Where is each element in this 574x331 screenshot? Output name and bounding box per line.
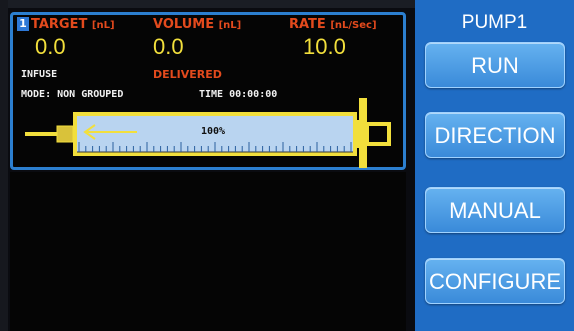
run-button[interactable]: RUN (425, 42, 565, 88)
syringe-fill-label: 100% (201, 126, 226, 137)
target-value: 0.0 (35, 34, 66, 59)
rate-value: 10.0 (303, 34, 346, 59)
configure-button[interactable]: CONFIGURE (425, 258, 565, 304)
manual-button[interactable]: MANUAL (425, 187, 565, 233)
volume-state: DELIVERED (153, 68, 222, 81)
rate-unit: [nL/Sec] (330, 20, 377, 31)
direction-status: INFUSE (21, 69, 58, 80)
syringe-needle (25, 132, 59, 136)
volume-value: 0.0 (153, 34, 184, 59)
target-header-label: TARGET (31, 17, 88, 32)
target-header: TARGET [nL] (31, 17, 115, 33)
target-unit: [nL] (91, 20, 115, 31)
plunger-flange (365, 122, 391, 146)
screen-bezel-left (0, 0, 8, 331)
direction-button[interactable]: DIRECTION (425, 112, 565, 158)
button-panel: PUMP1 RUN DIRECTION MANUAL CONFIGURE (415, 0, 574, 331)
syringe-graphic: 100% (21, 98, 391, 168)
pump-title: PUMP1 (461, 12, 528, 33)
syringe-hub (56, 125, 74, 143)
pump-number-badge: 1 (17, 17, 29, 31)
rate-header-label: RATE (289, 17, 326, 32)
volume-header: VOLUME [nL] (153, 17, 241, 33)
pump-status-panel: 1 TARGET [nL] VOLUME [nL] RATE [nL/Sec] … (10, 12, 406, 170)
rate-header: RATE [nL/Sec] (289, 17, 377, 33)
empty-display-area (10, 172, 406, 331)
volume-header-label: VOLUME (153, 17, 215, 32)
volume-unit: [nL] (218, 20, 242, 31)
